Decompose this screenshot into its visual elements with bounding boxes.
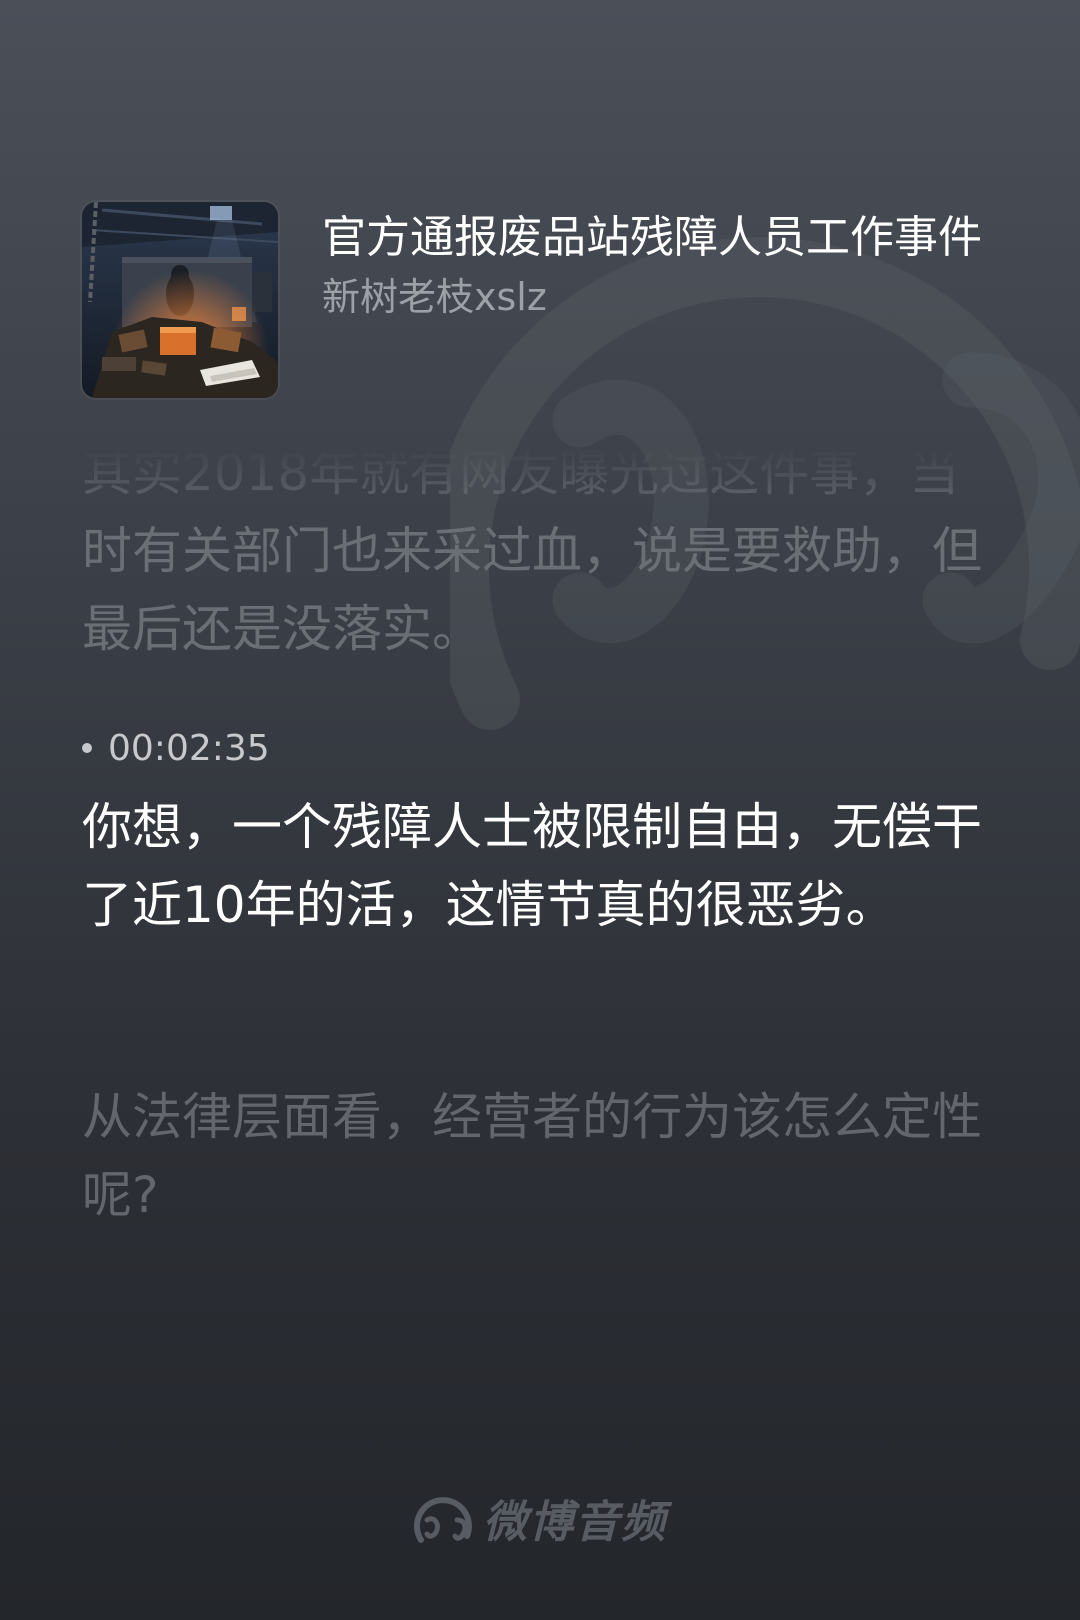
next-transcript-text[interactable]: 从法律层面看，经营者的行为该怎么定性呢? bbox=[82, 1078, 982, 1234]
footer-brand: 微博音频 bbox=[0, 1488, 1080, 1548]
transcript-panel[interactable]: 其实2018年就有网友曝光过这件事，当时有关部门也来采过血，说是要救助，但最后还… bbox=[82, 448, 982, 1288]
previous-transcript-line[interactable]: 其实2018年就有网友曝光过这件事，当时有关部门也来采过血，说是要救助，但最后还… bbox=[82, 448, 982, 680]
weibo-audio-icon bbox=[414, 1497, 472, 1543]
cover-illustration bbox=[82, 202, 278, 398]
timestamp-text: 00:02:35 bbox=[108, 727, 270, 769]
previous-transcript-text: 其实2018年就有网友曝光过这件事，当时有关部门也来采过血，说是要救助，但最后还… bbox=[82, 448, 982, 658]
podcast-title: 官方通报废品站残障人员工作事件 bbox=[322, 212, 982, 263]
podcast-header: 官方通报废品站残障人员工作事件 新树老枝xslz bbox=[82, 202, 1002, 402]
timestamp-dot-icon bbox=[82, 743, 92, 753]
brand-name: 微博音频 bbox=[483, 1497, 667, 1548]
current-transcript-text[interactable]: 你想，一个残障人士被限制自由，无偿干了近10年的活，这情节真的很恶劣。 bbox=[82, 788, 982, 944]
podcast-cover-image[interactable] bbox=[82, 202, 278, 398]
current-timestamp: 00:02:35 bbox=[82, 726, 270, 770]
podcast-author[interactable]: 新树老枝xslz bbox=[322, 272, 547, 322]
